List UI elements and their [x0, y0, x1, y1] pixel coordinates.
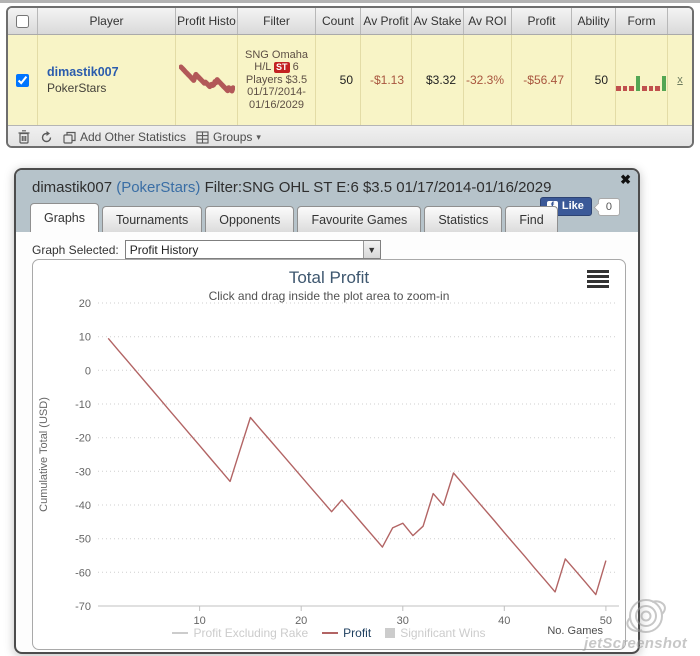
svg-text:0: 0 — [85, 365, 91, 377]
dialog-title: dimastik007 (PokerStars) Filter:SNG OHL … — [32, 179, 552, 196]
tab-find[interactable]: Find — [505, 206, 558, 232]
graph-select-dropdown[interactable]: Profit History ▼ — [124, 240, 381, 259]
tab-opponents[interactable]: Opponents — [205, 206, 295, 232]
legend-label: Significant Wins — [400, 626, 486, 640]
graph-select-value: Profit History — [129, 242, 199, 257]
screen: Player Profit Histo Filter Count Av Profit Av… — [0, 0, 700, 656]
svg-text:Cumulative Total (USD): Cumulative Total (USD) — [38, 397, 50, 512]
legend-line-icon — [172, 632, 189, 634]
column-header[interactable] — [8, 8, 38, 34]
filter-cell: SNG Omaha H/L ST 6 Players $3.5 01/17/20… — [238, 35, 316, 125]
svg-text:20: 20 — [79, 298, 91, 310]
player-cell: dimastik007 PokerStars — [38, 35, 176, 125]
graph-selected-label: Graph Selected: — [32, 242, 119, 257]
form-block-loss — [642, 86, 647, 91]
remove-cell: x — [668, 35, 692, 125]
column-header[interactable]: Count — [316, 8, 361, 34]
legend-item-significant-wins[interactable]: Significant Wins — [385, 626, 486, 640]
filter-text: SNG Omaha H/L ST 6 Players $3.5 01/17/20… — [245, 48, 308, 111]
profit-history-chart[interactable]: 20100-10-20-30-40-50-60-7010 20 30 40 50Cumu… — [33, 260, 625, 649]
svg-text:10: 10 — [79, 332, 91, 344]
chart-legend: Profit Excluding Rake Profit Significant W… — [33, 626, 625, 640]
table-row: dimastik007 PokerStars SNG Omaha H/L ST … — [8, 35, 692, 125]
column-header[interactable]: Profit — [512, 8, 572, 34]
column-header[interactable]: Form — [616, 8, 668, 34]
column-header[interactable]: Player — [38, 8, 176, 34]
player-name-link[interactable]: dimastik007 — [47, 65, 119, 79]
av-roi-cell: -32.3% — [464, 35, 512, 125]
legend-box-icon — [385, 628, 396, 638]
delete-button[interactable] — [18, 130, 30, 144]
groups-dropdown[interactable]: Groups ▾ — [196, 130, 261, 144]
player-site-label: PokerStars — [47, 81, 107, 95]
player-results-table: Player Profit Histo Filter Count Av Profit Av… — [6, 6, 694, 148]
form-block-loss — [616, 86, 621, 91]
form-block-win — [661, 76, 666, 91]
svg-text:-10: -10 — [75, 399, 91, 411]
st-badge: ST — [274, 62, 290, 74]
close-icon[interactable]: ✖ — [620, 172, 631, 188]
copy-icon — [63, 131, 76, 144]
column-header[interactable]: Av ROI — [464, 8, 512, 34]
tab-graphs[interactable]: Graphs — [30, 203, 99, 232]
profit-chart-panel[interactable]: Total Profit Click and drag inside the p… — [32, 259, 626, 650]
form-block-win — [635, 76, 640, 91]
player-detail-dialog: dimastik007 (PokerStars) Filter:SNG OHL … — [14, 168, 640, 654]
column-header[interactable]: Av Stake — [412, 8, 464, 34]
table-toolbar: Add Other Statistics Groups ▾ — [8, 125, 692, 146]
chevron-down-icon: ▼ — [362, 241, 380, 258]
legend-item-profit-excluding-rake[interactable]: Profit Excluding Rake — [172, 626, 308, 640]
column-header[interactable]: Ability — [572, 8, 616, 34]
svg-text:-40: -40 — [75, 500, 91, 512]
row-checkbox[interactable] — [16, 73, 29, 87]
svg-text:-70: -70 — [75, 601, 91, 613]
legend-line-icon — [322, 632, 339, 634]
av-profit-cell: -$1.13 — [361, 35, 412, 125]
facebook-like-count: 0 — [597, 197, 620, 216]
svg-text:-20: -20 — [75, 433, 91, 445]
svg-text:-50: -50 — [75, 534, 91, 546]
av-stake-cell: $3.32 — [412, 35, 464, 125]
svg-text:-30: -30 — [75, 466, 91, 478]
form-cell — [616, 35, 668, 125]
table-header-row: Player Profit Histo Filter Count Av Profit Av… — [8, 8, 692, 35]
trash-icon — [18, 130, 30, 144]
form-block-loss — [655, 86, 660, 91]
form-block-loss — [648, 86, 653, 91]
dialog-title-site: (PokerStars) — [116, 179, 201, 196]
groups-label: Groups — [213, 130, 253, 144]
ability-cell: 50 — [572, 35, 616, 125]
add-other-statistics-label: Add Other Statistics — [80, 130, 187, 144]
profit-history-sparkline — [178, 64, 235, 94]
row-checkbox-cell — [8, 35, 38, 125]
refresh-button[interactable] — [40, 130, 53, 144]
graph-selector-row: Graph Selected: Profit History ▼ — [32, 240, 381, 259]
groups-caret-icon: ▾ — [256, 131, 261, 142]
tab-statistics[interactable]: Statistics — [424, 206, 503, 232]
add-other-statistics-button[interactable]: Add Other Statistics — [63, 130, 186, 144]
tab-tournaments[interactable]: Tournaments — [102, 206, 203, 232]
select-all-checkbox[interactable] — [16, 14, 29, 28]
form-block-loss — [622, 86, 627, 91]
top-edge-divider — [0, 0, 700, 3]
profit-histo-cell — [176, 35, 238, 125]
profit-cell: -$56.47 — [512, 35, 572, 125]
tab-favourite-games[interactable]: Favourite Games — [297, 206, 422, 232]
legend-item-profit[interactable]: Profit — [322, 626, 371, 640]
legend-label: Profit — [343, 626, 372, 640]
remove-row-link[interactable]: x — [677, 74, 683, 86]
svg-text:-60: -60 — [75, 567, 91, 579]
count-cell: 50 — [316, 35, 361, 125]
groups-icon — [196, 130, 209, 144]
column-header[interactable]: Av Profit — [361, 8, 412, 34]
legend-label: Profit Excluding Rake — [193, 626, 309, 640]
column-header[interactable]: Profit Histo — [176, 8, 238, 34]
column-header[interactable]: Filter — [238, 8, 316, 34]
column-header[interactable] — [668, 8, 692, 34]
refresh-icon — [41, 130, 52, 142]
dialog-tabs: Graphs Tournaments Opponents Favourite Game… — [30, 203, 558, 232]
form-block-loss — [629, 86, 634, 91]
x-axis-title: No. Games — [547, 625, 603, 637]
dialog-header: dimastik007 (PokerStars) Filter:SNG OHL … — [16, 170, 638, 232]
